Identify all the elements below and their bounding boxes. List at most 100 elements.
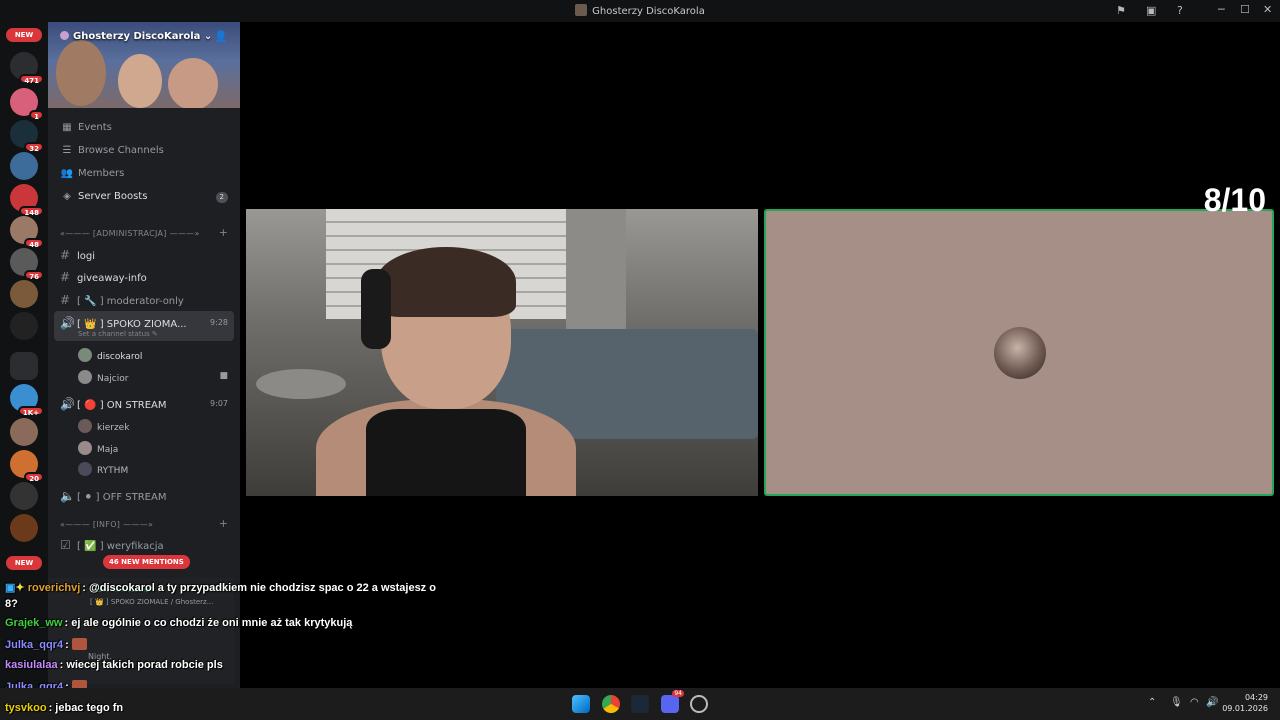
channel-status-hint[interactable]: Set a channel status ✎ — [78, 330, 158, 338]
webcam-video[interactable] — [246, 209, 758, 496]
server-icon[interactable] — [10, 280, 38, 308]
mention-badge: 20 — [24, 472, 44, 483]
add-channel-icon[interactable]: + — [219, 517, 228, 530]
chat-message: tysvkoo: jebac tego fn — [5, 702, 123, 714]
menu-server-boosts[interactable]: ◈ Server Boosts — [60, 191, 147, 202]
avatar — [78, 441, 92, 455]
voice-channel-off-stream[interactable]: 🔈[ ⚫ ] OFF STREAM — [60, 489, 166, 503]
volume-icon[interactable]: 🔊 — [1206, 697, 1218, 708]
members-icon: 👥 — [60, 168, 74, 179]
flag-icon[interactable]: ⚑ — [1116, 4, 1126, 17]
sparkle-icon: ✦ — [15, 582, 25, 594]
chat-message: kasiulalaa: wiecej takich porad robcie p… — [5, 659, 223, 671]
chat-text: : ej ale ogólnie o co chodzi że oni mnie… — [64, 617, 353, 629]
calendar-icon: ▦ — [62, 122, 72, 133]
voice-user[interactable]: RYTHM — [78, 462, 128, 476]
banner-image — [118, 54, 162, 108]
menu-events[interactable]: ▦ Events — [60, 122, 112, 133]
close-button[interactable]: ✕ — [1263, 3, 1272, 16]
minimize-button[interactable]: ─ — [1218, 3, 1225, 16]
add-channel-icon[interactable]: + — [219, 226, 228, 239]
chat-text: : wiecej takich porad robcie pls — [59, 659, 223, 671]
server-icon[interactable] — [10, 152, 38, 180]
server-folder-icon[interactable] — [10, 352, 38, 380]
title-bar: Ghosterzy DiscoKarola ⚑ ▣ ? ─ ☐ ✕ — [0, 0, 1280, 22]
voice-channel-spoko-ziomale[interactable]: 🔊[ 👑 ] SPOKO ZIOMA... — [60, 316, 187, 330]
new-mentions-pill[interactable]: 46 NEW MENTIONS — [103, 555, 190, 569]
browse-icon: ☰ — [62, 145, 72, 156]
server-icon[interactable] — [10, 418, 38, 446]
score-overlay: 8/10 — [1203, 182, 1266, 218]
server-icon[interactable]: 1 — [10, 88, 44, 121]
person-hair — [376, 247, 516, 317]
chat-username[interactable]: tysvkoo — [5, 702, 47, 714]
channel-weryfikacja[interactable]: ☑[ ✅ ] weryfikacja — [60, 538, 164, 552]
new-unreads-pill[interactable]: NEW — [6, 556, 42, 570]
maximize-button[interactable]: ☐ — [1240, 3, 1250, 16]
server-name-header[interactable]: Ghosterzy DiscoKarola ⌄ — [60, 31, 212, 42]
hash-icon: # — [60, 248, 71, 262]
voice-user[interactable]: kierzek — [78, 419, 129, 433]
voice-user[interactable]: discokarol — [78, 348, 142, 362]
voice-timer: 9:07 — [210, 399, 228, 408]
server-icon[interactable]: 148 — [10, 184, 44, 217]
server-icon[interactable] — [10, 482, 38, 510]
invite-icon[interactable]: 👤 — [214, 30, 228, 43]
clock[interactable]: 04:29 09.01.2026 — [1222, 692, 1268, 714]
server-icon[interactable]: 20 — [10, 450, 44, 483]
server-icon[interactable]: 76 — [10, 248, 44, 281]
category-administracja[interactable]: «——— [ADMINISTRACJA] ———» — [60, 229, 200, 238]
avatar — [78, 348, 92, 362]
server-icon[interactable]: 1K+ — [10, 384, 44, 417]
steam-icon[interactable] — [631, 695, 649, 713]
voice-participant-tile[interactable] — [764, 209, 1274, 496]
hash-icon: # — [60, 293, 71, 307]
mention-badge: 471 — [19, 74, 44, 85]
channel-moderator-only[interactable]: #[ 🔧 ] moderator-only — [60, 293, 184, 307]
chevron-up-icon[interactable]: ⌃ — [1148, 697, 1156, 708]
boost-count-badge: 2 — [215, 192, 228, 203]
voice-user[interactable]: Maja — [78, 441, 118, 455]
server-icon[interactable]: 471 — [10, 52, 44, 85]
pencil-icon: ✎ — [151, 330, 158, 338]
chat-username[interactable]: roverichvj — [28, 582, 81, 594]
start-icon[interactable] — [572, 695, 590, 713]
inbox-icon[interactable]: ▣ — [1146, 4, 1156, 17]
microphone-icon[interactable]: 🎙 — [1170, 697, 1183, 708]
person-tank-top — [366, 409, 526, 496]
new-unreads-pill[interactable]: NEW — [6, 28, 42, 42]
server-icon[interactable]: 32 — [10, 120, 44, 153]
chat-message: Julka_qqr4: — [5, 638, 87, 651]
app-icon[interactable] — [690, 695, 708, 713]
mention-badge: 1 — [29, 110, 44, 121]
chat-username[interactable]: Grajek_ww — [5, 617, 62, 629]
wifi-icon[interactable]: ◠ — [1190, 697, 1199, 708]
chat-text: : jebac tego fn — [48, 702, 124, 714]
banner-image — [168, 58, 218, 108]
table — [256, 369, 346, 399]
category-info[interactable]: «——— [INFO] ———» — [60, 520, 153, 529]
mention-badge: 32 — [24, 142, 44, 153]
help-icon[interactable]: ? — [1177, 4, 1183, 17]
chrome-icon[interactable] — [602, 695, 620, 713]
speaker-icon: 🔊 — [60, 397, 75, 411]
channel-giveaway-info[interactable]: # giveaway-info — [60, 270, 147, 284]
voice-user[interactable]: Najcior — [78, 370, 128, 384]
voice-channel-on-stream[interactable]: 🔊[ 🔴 ] ON STREAM — [60, 397, 167, 411]
hash-icon: # — [60, 270, 71, 284]
server-icon[interactable]: 48 — [10, 216, 44, 249]
avatar — [78, 370, 92, 384]
avatar — [78, 462, 92, 476]
speaker-icon: 🔊 — [60, 316, 75, 330]
chat-username[interactable]: Julka_qqr4 — [5, 639, 63, 651]
chat-username[interactable]: kasiulalaa — [5, 659, 58, 671]
server-icon[interactable] — [10, 312, 38, 340]
menu-members[interactable]: 👥 Members — [60, 168, 125, 179]
server-avatar — [60, 31, 69, 40]
menu-browse-channels[interactable]: ☰ Browse Channels — [60, 145, 164, 156]
channel-logi[interactable]: # logi — [60, 248, 95, 262]
discord-icon[interactable]: 94 — [661, 690, 684, 713]
window-title: Ghosterzy DiscoKarola — [0, 4, 1280, 17]
avatar — [78, 419, 92, 433]
server-icon[interactable] — [10, 514, 38, 542]
